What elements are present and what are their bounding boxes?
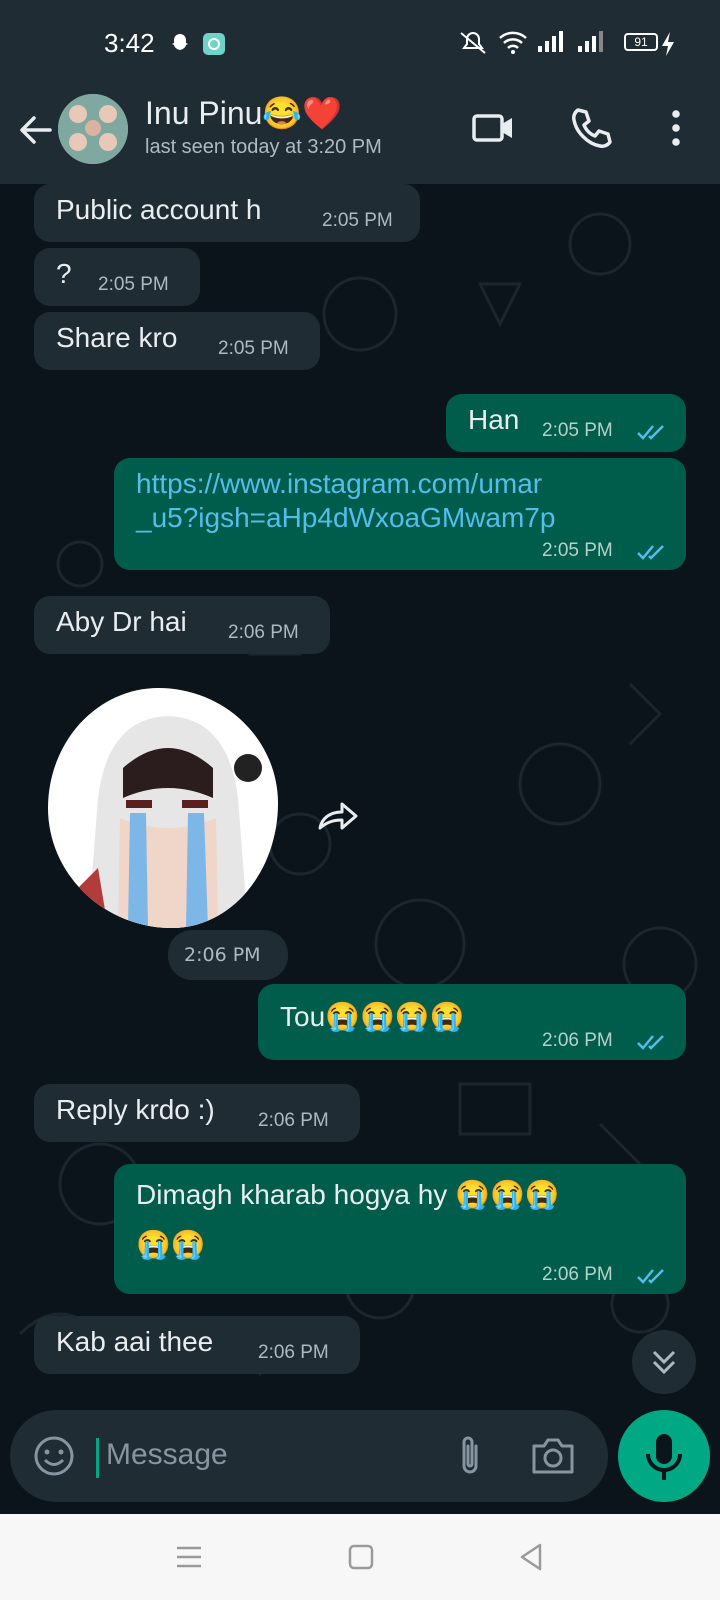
message-text: Aby Dr hai (56, 606, 187, 637)
chat-header: Inu Pinu😂❤️ last seen today at 3:20 PM (0, 84, 720, 184)
app-notification-icon (203, 33, 225, 55)
message-text: Reply krdo :) (56, 1094, 215, 1125)
forward-icon[interactable] (316, 798, 360, 834)
link-text-line1[interactable]: https://www.instagram.com/umar (136, 468, 542, 500)
message-text: Kab aai thee (56, 1326, 214, 1357)
back-arrow-icon[interactable] (14, 108, 58, 152)
sticker-time-pill: 2:06 PM (168, 930, 288, 980)
link-text-line2[interactable]: _u5?igsh=aHp4dWxoaGMwam7p (136, 502, 555, 534)
message-text-line1: Dimagh kharab hogya hy 😭😭😭 (136, 1179, 560, 1210)
voice-call-icon[interactable] (568, 104, 616, 152)
signal-icon (538, 31, 563, 52)
read-receipt-icon (637, 1035, 664, 1050)
message-outgoing-link[interactable]: https://www.instagram.com/umar _u5?igsh=… (114, 458, 686, 570)
message-incoming[interactable]: Aby Dr hai 2:06 PM (34, 596, 330, 654)
message-composer (10, 1410, 608, 1502)
back-nav-icon[interactable] (514, 1540, 548, 1574)
message-time: 2:06 PM (228, 622, 299, 643)
message-time: 2:06 PM (258, 1342, 329, 1363)
message-text: Public account h (56, 194, 262, 225)
wifi-icon (499, 31, 527, 54)
message-incoming[interactable]: Public account h 2:05 PM (34, 184, 420, 242)
avatar[interactable] (58, 94, 128, 164)
message-outgoing[interactable]: Dimagh kharab hogya hy 😭😭😭 😭😭 2:06 PM (114, 1164, 686, 1294)
video-call-icon[interactable] (470, 104, 518, 152)
recent-apps-icon[interactable] (172, 1540, 206, 1574)
message-text: Tou😭😭😭😭 (280, 1001, 465, 1032)
mute-icon (460, 32, 486, 54)
read-receipt-icon (637, 545, 664, 560)
chat-area[interactable]: Public account h 2:05 PM ? 2:05 PM Share… (0, 184, 720, 1404)
message-text: Han (468, 404, 520, 435)
read-receipt-icon (637, 1269, 664, 1284)
double-chevron-down-icon (652, 1350, 676, 1375)
charging-icon (662, 32, 674, 56)
status-bar: 3:42 91 (0, 0, 720, 84)
contact-name[interactable]: Inu Pinu😂❤️ (145, 94, 342, 132)
message-input[interactable] (106, 1430, 426, 1480)
message-time: 2:05 PM (542, 540, 613, 561)
last-seen-status: last seen today at 3:20 PM (145, 136, 382, 158)
snapchat-icon (172, 34, 188, 50)
message-time: 2:06 PM (184, 944, 261, 966)
message-text: Share kro (56, 322, 178, 353)
camera-icon[interactable] (530, 1434, 576, 1478)
message-outgoing[interactable]: Tou😭😭😭😭 2:06 PM (258, 984, 686, 1060)
attach-icon[interactable] (450, 1432, 490, 1480)
message-time: 2:05 PM (322, 210, 393, 231)
message-time: 2:06 PM (542, 1030, 613, 1051)
voice-message-button[interactable] (618, 1410, 710, 1502)
emoji-icon[interactable] (32, 1434, 76, 1478)
message-time: 2:05 PM (98, 274, 169, 295)
home-icon[interactable] (344, 1540, 378, 1574)
system-nav-bar (0, 1514, 720, 1600)
status-time: 3:42 (104, 28, 155, 58)
text-caret (96, 1438, 99, 1478)
message-text: ? (56, 258, 72, 289)
mic-icon (646, 1434, 682, 1480)
message-incoming[interactable]: Share kro 2:05 PM (34, 312, 320, 370)
message-time: 2:05 PM (542, 420, 613, 441)
message-incoming[interactable]: ? 2:05 PM (34, 248, 200, 306)
message-time: 2:05 PM (218, 338, 289, 359)
message-incoming[interactable]: Kab aai thee 2:06 PM (34, 1316, 360, 1374)
message-time: 2:06 PM (258, 1110, 329, 1131)
message-incoming[interactable]: Reply krdo :) 2:06 PM (34, 1084, 360, 1142)
more-options-icon[interactable] (652, 104, 700, 152)
scroll-to-bottom-button[interactable] (632, 1330, 696, 1394)
battery-icon: 91 (624, 33, 658, 51)
message-text-line2: 😭😭 (136, 1229, 206, 1260)
message-outgoing[interactable]: Han 2:05 PM (446, 394, 686, 452)
message-time: 2:06 PM (542, 1264, 613, 1285)
signal-icon (578, 31, 603, 52)
read-receipt-icon (637, 425, 664, 440)
